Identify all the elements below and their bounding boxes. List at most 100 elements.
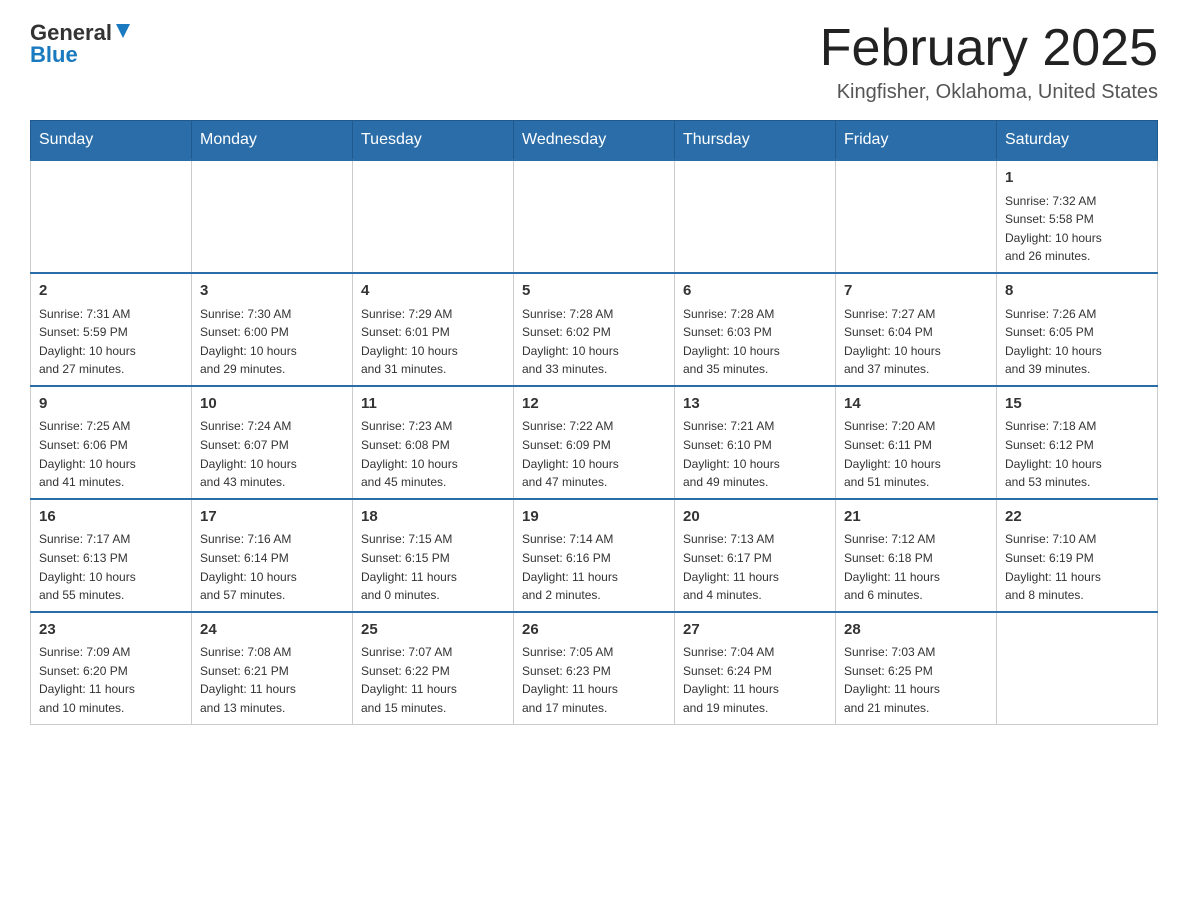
calendar-cell bbox=[31, 160, 192, 273]
day-number: 27 bbox=[683, 619, 827, 642]
day-info: Sunrise: 7:09 AMSunset: 6:20 PMDaylight:… bbox=[39, 643, 183, 717]
day-info: Sunrise: 7:17 AMSunset: 6:13 PMDaylight:… bbox=[39, 530, 183, 604]
day-number: 16 bbox=[39, 506, 183, 529]
calendar-title: February 2025 bbox=[820, 20, 1158, 77]
logo-blue-text: Blue bbox=[30, 42, 78, 68]
day-number: 26 bbox=[522, 619, 666, 642]
calendar-cell: 6Sunrise: 7:28 AMSunset: 6:03 PMDaylight… bbox=[675, 273, 836, 386]
calendar-cell: 28Sunrise: 7:03 AMSunset: 6:25 PMDayligh… bbox=[836, 612, 997, 724]
calendar-cell bbox=[353, 160, 514, 273]
day-number: 12 bbox=[522, 393, 666, 416]
days-header-row: SundayMondayTuesdayWednesdayThursdayFrid… bbox=[31, 121, 1158, 161]
day-number: 21 bbox=[844, 506, 988, 529]
calendar-cell bbox=[192, 160, 353, 273]
day-number: 22 bbox=[1005, 506, 1149, 529]
calendar-cell bbox=[514, 160, 675, 273]
day-info: Sunrise: 7:21 AMSunset: 6:10 PMDaylight:… bbox=[683, 417, 827, 491]
day-header-sunday: Sunday bbox=[31, 121, 192, 161]
calendar-cell: 20Sunrise: 7:13 AMSunset: 6:17 PMDayligh… bbox=[675, 499, 836, 612]
day-info: Sunrise: 7:23 AMSunset: 6:08 PMDaylight:… bbox=[361, 417, 505, 491]
day-info: Sunrise: 7:12 AMSunset: 6:18 PMDaylight:… bbox=[844, 530, 988, 604]
day-number: 20 bbox=[683, 506, 827, 529]
day-number: 18 bbox=[361, 506, 505, 529]
day-info: Sunrise: 7:24 AMSunset: 6:07 PMDaylight:… bbox=[200, 417, 344, 491]
day-number: 7 bbox=[844, 280, 988, 303]
day-number: 3 bbox=[200, 280, 344, 303]
day-header-friday: Friday bbox=[836, 121, 997, 161]
day-number: 1 bbox=[1005, 167, 1149, 190]
calendar-cell: 5Sunrise: 7:28 AMSunset: 6:02 PMDaylight… bbox=[514, 273, 675, 386]
week-row-5: 23Sunrise: 7:09 AMSunset: 6:20 PMDayligh… bbox=[31, 612, 1158, 724]
day-header-wednesday: Wednesday bbox=[514, 121, 675, 161]
day-number: 19 bbox=[522, 506, 666, 529]
logo: General Blue bbox=[30, 20, 134, 68]
day-number: 28 bbox=[844, 619, 988, 642]
day-info: Sunrise: 7:28 AMSunset: 6:02 PMDaylight:… bbox=[522, 305, 666, 379]
calendar-cell bbox=[997, 612, 1158, 724]
day-number: 9 bbox=[39, 393, 183, 416]
calendar-cell: 9Sunrise: 7:25 AMSunset: 6:06 PMDaylight… bbox=[31, 386, 192, 499]
page-header: General Blue February 2025 Kingfisher, O… bbox=[30, 20, 1158, 104]
day-number: 6 bbox=[683, 280, 827, 303]
day-number: 4 bbox=[361, 280, 505, 303]
day-info: Sunrise: 7:07 AMSunset: 6:22 PMDaylight:… bbox=[361, 643, 505, 717]
day-number: 14 bbox=[844, 393, 988, 416]
day-info: Sunrise: 7:10 AMSunset: 6:19 PMDaylight:… bbox=[1005, 530, 1149, 604]
calendar-cell: 16Sunrise: 7:17 AMSunset: 6:13 PMDayligh… bbox=[31, 499, 192, 612]
day-info: Sunrise: 7:13 AMSunset: 6:17 PMDaylight:… bbox=[683, 530, 827, 604]
day-info: Sunrise: 7:14 AMSunset: 6:16 PMDaylight:… bbox=[522, 530, 666, 604]
calendar-cell: 19Sunrise: 7:14 AMSunset: 6:16 PMDayligh… bbox=[514, 499, 675, 612]
day-number: 11 bbox=[361, 393, 505, 416]
calendar-cell: 7Sunrise: 7:27 AMSunset: 6:04 PMDaylight… bbox=[836, 273, 997, 386]
day-number: 15 bbox=[1005, 393, 1149, 416]
day-info: Sunrise: 7:03 AMSunset: 6:25 PMDaylight:… bbox=[844, 643, 988, 717]
calendar-cell: 25Sunrise: 7:07 AMSunset: 6:22 PMDayligh… bbox=[353, 612, 514, 724]
day-number: 13 bbox=[683, 393, 827, 416]
calendar-cell bbox=[675, 160, 836, 273]
day-info: Sunrise: 7:05 AMSunset: 6:23 PMDaylight:… bbox=[522, 643, 666, 717]
calendar-cell: 24Sunrise: 7:08 AMSunset: 6:21 PMDayligh… bbox=[192, 612, 353, 724]
day-info: Sunrise: 7:20 AMSunset: 6:11 PMDaylight:… bbox=[844, 417, 988, 491]
calendar-cell: 3Sunrise: 7:30 AMSunset: 6:00 PMDaylight… bbox=[192, 273, 353, 386]
day-header-thursday: Thursday bbox=[675, 121, 836, 161]
logo-triangle-icon bbox=[112, 20, 134, 46]
week-row-3: 9Sunrise: 7:25 AMSunset: 6:06 PMDaylight… bbox=[31, 386, 1158, 499]
day-number: 8 bbox=[1005, 280, 1149, 303]
day-info: Sunrise: 7:30 AMSunset: 6:00 PMDaylight:… bbox=[200, 305, 344, 379]
calendar-cell: 22Sunrise: 7:10 AMSunset: 6:19 PMDayligh… bbox=[997, 499, 1158, 612]
week-row-4: 16Sunrise: 7:17 AMSunset: 6:13 PMDayligh… bbox=[31, 499, 1158, 612]
day-number: 25 bbox=[361, 619, 505, 642]
day-info: Sunrise: 7:27 AMSunset: 6:04 PMDaylight:… bbox=[844, 305, 988, 379]
day-info: Sunrise: 7:32 AMSunset: 5:58 PMDaylight:… bbox=[1005, 192, 1149, 266]
calendar-cell: 8Sunrise: 7:26 AMSunset: 6:05 PMDaylight… bbox=[997, 273, 1158, 386]
calendar-cell: 2Sunrise: 7:31 AMSunset: 5:59 PMDaylight… bbox=[31, 273, 192, 386]
day-number: 23 bbox=[39, 619, 183, 642]
day-info: Sunrise: 7:29 AMSunset: 6:01 PMDaylight:… bbox=[361, 305, 505, 379]
week-row-2: 2Sunrise: 7:31 AMSunset: 5:59 PMDaylight… bbox=[31, 273, 1158, 386]
title-section: February 2025 Kingfisher, Oklahoma, Unit… bbox=[820, 20, 1158, 104]
day-number: 24 bbox=[200, 619, 344, 642]
calendar-cell: 13Sunrise: 7:21 AMSunset: 6:10 PMDayligh… bbox=[675, 386, 836, 499]
day-info: Sunrise: 7:08 AMSunset: 6:21 PMDaylight:… bbox=[200, 643, 344, 717]
day-header-saturday: Saturday bbox=[997, 121, 1158, 161]
day-number: 17 bbox=[200, 506, 344, 529]
calendar-cell: 18Sunrise: 7:15 AMSunset: 6:15 PMDayligh… bbox=[353, 499, 514, 612]
week-row-1: 1Sunrise: 7:32 AMSunset: 5:58 PMDaylight… bbox=[31, 160, 1158, 273]
location-subtitle: Kingfisher, Oklahoma, United States bbox=[820, 81, 1158, 104]
calendar-cell: 1Sunrise: 7:32 AMSunset: 5:58 PMDaylight… bbox=[997, 160, 1158, 273]
calendar-cell: 23Sunrise: 7:09 AMSunset: 6:20 PMDayligh… bbox=[31, 612, 192, 724]
calendar-cell: 4Sunrise: 7:29 AMSunset: 6:01 PMDaylight… bbox=[353, 273, 514, 386]
day-info: Sunrise: 7:22 AMSunset: 6:09 PMDaylight:… bbox=[522, 417, 666, 491]
calendar-cell: 27Sunrise: 7:04 AMSunset: 6:24 PMDayligh… bbox=[675, 612, 836, 724]
calendar-cell: 11Sunrise: 7:23 AMSunset: 6:08 PMDayligh… bbox=[353, 386, 514, 499]
day-number: 2 bbox=[39, 280, 183, 303]
day-info: Sunrise: 7:18 AMSunset: 6:12 PMDaylight:… bbox=[1005, 417, 1149, 491]
day-info: Sunrise: 7:25 AMSunset: 6:06 PMDaylight:… bbox=[39, 417, 183, 491]
calendar-cell: 15Sunrise: 7:18 AMSunset: 6:12 PMDayligh… bbox=[997, 386, 1158, 499]
day-info: Sunrise: 7:04 AMSunset: 6:24 PMDaylight:… bbox=[683, 643, 827, 717]
calendar-cell bbox=[836, 160, 997, 273]
day-header-monday: Monday bbox=[192, 121, 353, 161]
calendar-cell: 10Sunrise: 7:24 AMSunset: 6:07 PMDayligh… bbox=[192, 386, 353, 499]
calendar-cell: 17Sunrise: 7:16 AMSunset: 6:14 PMDayligh… bbox=[192, 499, 353, 612]
calendar-cell: 26Sunrise: 7:05 AMSunset: 6:23 PMDayligh… bbox=[514, 612, 675, 724]
